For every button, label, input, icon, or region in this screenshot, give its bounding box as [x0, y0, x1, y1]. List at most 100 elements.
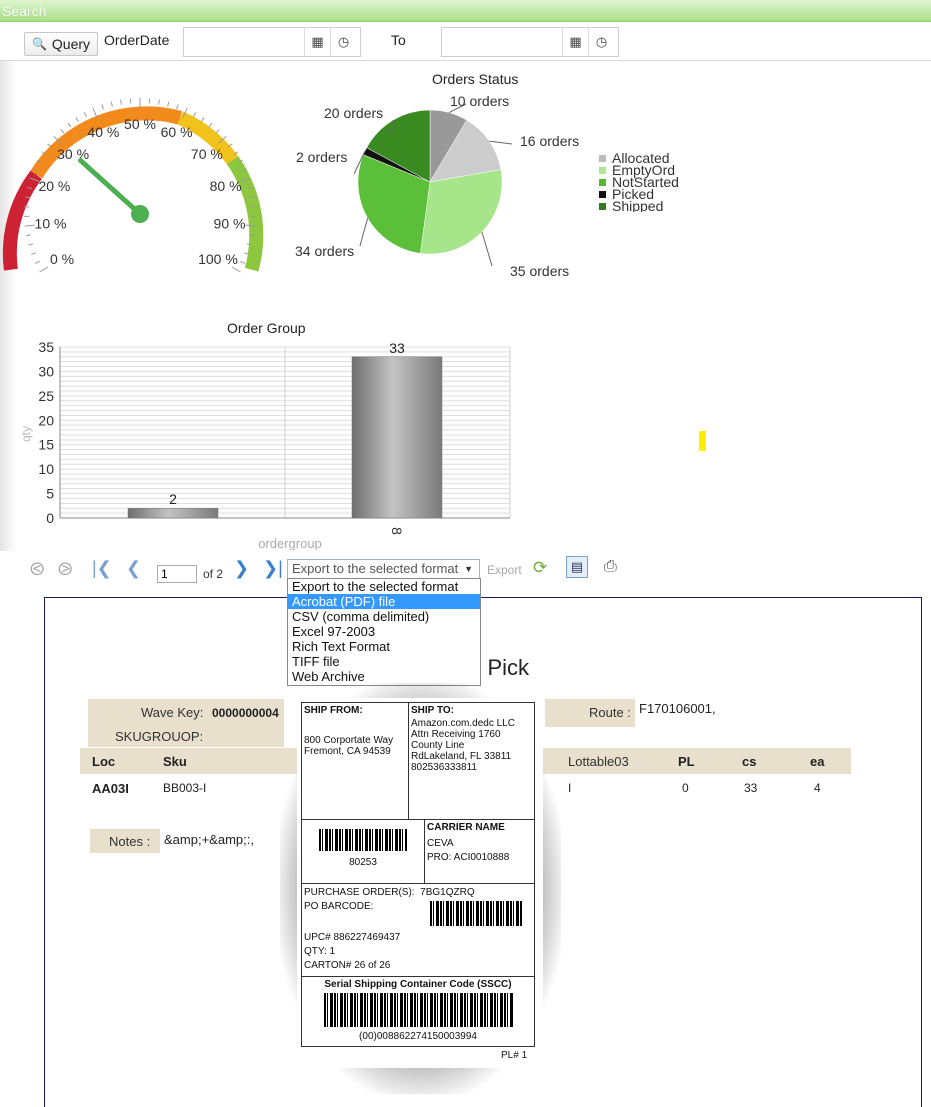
y-tick-label: 5 [46, 486, 54, 502]
column-header-lottable03: Lottable03 [568, 754, 629, 769]
gauge-tick [28, 244, 33, 245]
gauge-tick-label: 10 % [35, 215, 67, 231]
sscc-box: Serial Shipping Container Code (SSCC) (0… [301, 976, 535, 1047]
sscc-barcode [324, 993, 514, 1027]
gauge-tick [168, 102, 169, 107]
gauge-band-red [10, 175, 36, 270]
purchase-order-line: PURCHASE ORDER(S): 7BG1QZRQ [304, 887, 475, 898]
column-header-sku: Sku [163, 754, 187, 769]
y-tick-label: 20 [38, 412, 54, 428]
carrier-box: CARRIER NAME CEVA PRO: ACI0010888 [424, 819, 535, 884]
y-tick-label: 30 [38, 363, 54, 379]
y-tick-label: 35 [38, 339, 54, 355]
gauge-tick-label: 30 % [57, 146, 89, 162]
pie-leader-line [482, 232, 492, 266]
gauge-tick [201, 117, 204, 121]
gauge-tick-label: 70 % [191, 146, 223, 162]
first-page-icon[interactable]: |❮ [92, 558, 112, 579]
gauge-tick [84, 112, 86, 116]
gauge-tick [68, 123, 71, 127]
menu-item-rtf[interactable]: Rich Text Format [288, 639, 480, 654]
pro-number: PRO: ACI0010888 [427, 852, 509, 863]
calendar-icon[interactable]: ▦ [562, 28, 588, 56]
shipping-label: SHIP FROM: 800 Corportate Way Fremont, C… [297, 698, 543, 1068]
refresh-icon[interactable]: ⟳ [533, 558, 547, 578]
export-format-menu: Export to the selected format Acrobat (P… [287, 578, 481, 686]
menu-item-csv[interactable]: CSV (comma delimited) [288, 609, 480, 624]
gauge-tick-label: 20 % [38, 178, 70, 194]
order-date-to-input[interactable] [442, 28, 562, 56]
printer-icon[interactable]: ⎙ [604, 558, 617, 576]
gauge-tick-label: 0 % [50, 251, 74, 267]
pie-slice-label: 35 orders [510, 263, 569, 279]
forward-icon[interactable]: ⧁ [58, 559, 72, 580]
notes-label: Notes : [109, 834, 150, 849]
sscc-value: (00)008862274150003994 [302, 1031, 534, 1042]
pie-slice-label: 34 orders [295, 243, 354, 259]
route-value: F170106001, [639, 701, 716, 716]
print-layout-icon[interactable]: ▤ [566, 556, 588, 578]
orders-status-pie-chart: 10 orders16 orders35 orders34 orders2 or… [280, 90, 600, 290]
carton-line: CARTON# 26 of 26 [304, 960, 390, 971]
order-date-to-field: ▦ ◷ [441, 27, 619, 57]
ship-to-address: Amazon.com.dedc LLC Attn Receiving 1760 … [411, 718, 515, 773]
gauge-needle-hub [131, 205, 149, 223]
y-tick-label: 10 [38, 461, 54, 477]
cell-lottable03: I [568, 781, 571, 795]
pie-slice-label: 2 orders [296, 149, 347, 165]
export-format-select[interactable]: Export to the selected format ▼ [287, 559, 480, 579]
clock-icon[interactable]: ◷ [330, 28, 356, 56]
next-page-icon[interactable]: ❯ [234, 558, 249, 579]
to-label: To [391, 32, 406, 48]
gauge-tick [111, 102, 112, 107]
menu-item-pdf[interactable]: Acrobat (PDF) file [288, 594, 480, 609]
gauge-tick [76, 117, 79, 121]
menu-item-export-selected-format[interactable]: Export to the selected format [288, 579, 480, 594]
wave-key-value: 0000000004 [212, 706, 279, 720]
cell-pl: 0 [682, 781, 689, 795]
gauge-tick-label: 40 % [87, 124, 119, 140]
clock-icon[interactable]: ◷ [588, 28, 614, 56]
legend-item-shipped: Shipped [599, 200, 681, 212]
gauge-tick-label: 90 % [214, 215, 246, 231]
pie-slice [420, 169, 502, 254]
previous-page-icon[interactable]: ❮ [126, 558, 141, 579]
last-page-icon[interactable]: ❯| [263, 558, 283, 579]
cell-loc: AA03I [92, 781, 129, 796]
carrier-title: CARRIER NAME [427, 822, 505, 833]
pie-leader-line [360, 218, 368, 246]
legend-swatch [599, 167, 606, 174]
gauge-tick [25, 225, 35, 226]
gauge-tick-label: 60 % [161, 124, 193, 140]
gauge-tick [121, 100, 122, 105]
x-axis-label: ordergroup [258, 536, 322, 550]
query-toolbar: 🔍 Query OrderDate ▦ ◷ To ▦ ◷ [0, 23, 931, 61]
carrier-name: CEVA [427, 838, 454, 849]
progress-gauge: 0 %10 %20 %30 %40 %50 %60 %70 %80 %90 %1… [0, 80, 270, 280]
order-date-from-input[interactable] [184, 28, 304, 56]
gauge-tick [177, 104, 179, 109]
menu-item-tiff[interactable]: TIFF file [288, 654, 480, 669]
gauge-tick [240, 261, 245, 263]
postal-barcode [319, 829, 407, 851]
bar [352, 357, 442, 518]
page-number-input[interactable] [157, 565, 197, 583]
back-icon[interactable]: ⧀ [30, 559, 44, 580]
gauge-tick [232, 267, 241, 272]
bar-chart-title: Order Group [227, 320, 306, 336]
legend-swatch [599, 191, 606, 198]
calendar-icon[interactable]: ▦ [304, 28, 330, 56]
y-tick-label: 0 [46, 510, 54, 526]
gauge-needle [81, 160, 140, 214]
menu-item-web-archive[interactable]: Web Archive [288, 669, 480, 684]
export-selected-value: Export to the selected format [292, 561, 458, 576]
gauge-tick [216, 129, 219, 133]
pie-leader-line [489, 141, 512, 144]
menu-item-excel[interactable]: Excel 97-2003 [288, 624, 480, 639]
ship-from-address: 800 Corportate Way Fremont, CA 94539 [304, 735, 393, 757]
query-button[interactable]: 🔍 Query [24, 32, 98, 56]
ship-from-box: SHIP FROM: 800 Corportate Way Fremont, C… [301, 702, 409, 820]
notes-value: &amp;+&amp;:, [164, 832, 254, 847]
export-button[interactable]: Export [487, 563, 522, 577]
sscc-title: Serial Shipping Container Code (SSCC) [302, 979, 534, 990]
